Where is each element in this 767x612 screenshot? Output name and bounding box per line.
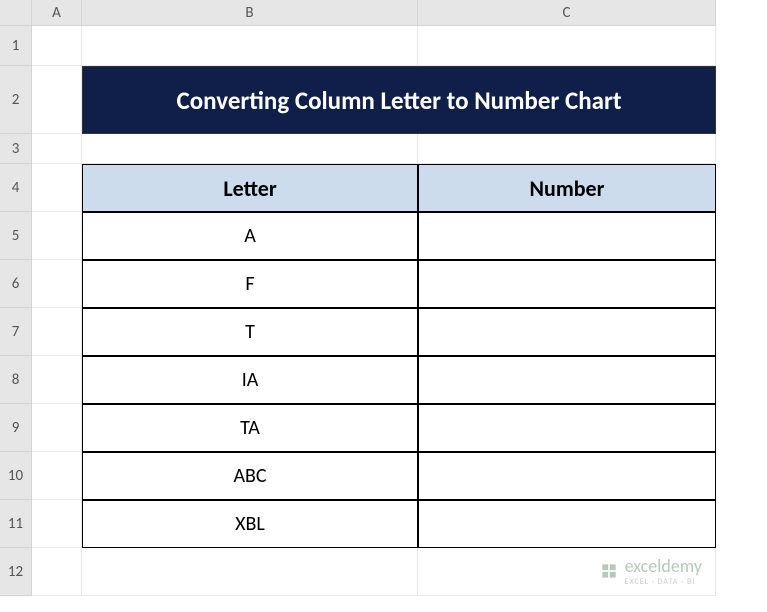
cell-a2[interactable] [32, 66, 82, 134]
row-header-9[interactable]: 9 [0, 404, 32, 452]
cell-a5[interactable] [32, 212, 82, 260]
table-row[interactable] [418, 452, 716, 500]
row-header-10[interactable]: 10 [0, 452, 32, 500]
table-row[interactable]: TA [82, 404, 418, 452]
cell-c3[interactable] [418, 134, 716, 164]
row-header-1[interactable]: 1 [0, 26, 32, 66]
cell-c1[interactable] [418, 26, 716, 66]
table-row[interactable]: F [82, 260, 418, 308]
cell-a11[interactable] [32, 500, 82, 548]
row-header-8[interactable]: 8 [0, 356, 32, 404]
table-row[interactable]: T [82, 308, 418, 356]
cell-b3[interactable] [82, 134, 418, 164]
cell-a4[interactable] [32, 164, 82, 212]
table-row[interactable]: A [82, 212, 418, 260]
table-row[interactable] [418, 404, 716, 452]
table-row[interactable] [418, 212, 716, 260]
column-header-c[interactable]: C [418, 0, 716, 26]
row-header-11[interactable]: 11 [0, 500, 32, 548]
table-header-letter[interactable]: Letter [82, 164, 418, 212]
row-header-12[interactable]: 12 [0, 548, 32, 596]
logo-icon [599, 561, 619, 581]
cell-a3[interactable] [32, 134, 82, 164]
cell-a9[interactable] [32, 404, 82, 452]
row-header-6[interactable]: 6 [0, 260, 32, 308]
select-all-corner[interactable] [0, 0, 32, 26]
column-header-b[interactable]: B [82, 0, 418, 26]
cell-a8[interactable] [32, 356, 82, 404]
table-row[interactable]: XBL [82, 500, 418, 548]
table-row[interactable]: ABC [82, 452, 418, 500]
table-row[interactable] [418, 500, 716, 548]
row-header-3[interactable]: 3 [0, 134, 32, 164]
cell-a10[interactable] [32, 452, 82, 500]
table-row[interactable] [418, 356, 716, 404]
row-header-4[interactable]: 4 [0, 164, 32, 212]
title-cell[interactable]: Converting Column Letter to Number Chart [82, 66, 716, 134]
cell-a7[interactable] [32, 308, 82, 356]
watermark-name: exceldemy [625, 555, 702, 577]
row-header-2[interactable]: 2 [0, 66, 32, 134]
column-header-a[interactable]: A [32, 0, 82, 26]
table-header-number[interactable]: Number [418, 164, 716, 212]
row-header-5[interactable]: 5 [0, 212, 32, 260]
table-row[interactable]: IA [82, 356, 418, 404]
cell-a1[interactable] [32, 26, 82, 66]
row-header-7[interactable]: 7 [0, 308, 32, 356]
spreadsheet-grid: A B C 1 2 Converting Column Letter to Nu… [0, 0, 767, 596]
table-row[interactable] [418, 260, 716, 308]
table-row[interactable] [418, 308, 716, 356]
watermark-sub: EXCEL · DATA · BI [625, 577, 702, 587]
cell-b1[interactable] [82, 26, 418, 66]
watermark: exceldemy EXCEL · DATA · BI [599, 555, 702, 587]
cell-b12[interactable] [82, 548, 418, 596]
cell-a12[interactable] [32, 548, 82, 596]
cell-a6[interactable] [32, 260, 82, 308]
